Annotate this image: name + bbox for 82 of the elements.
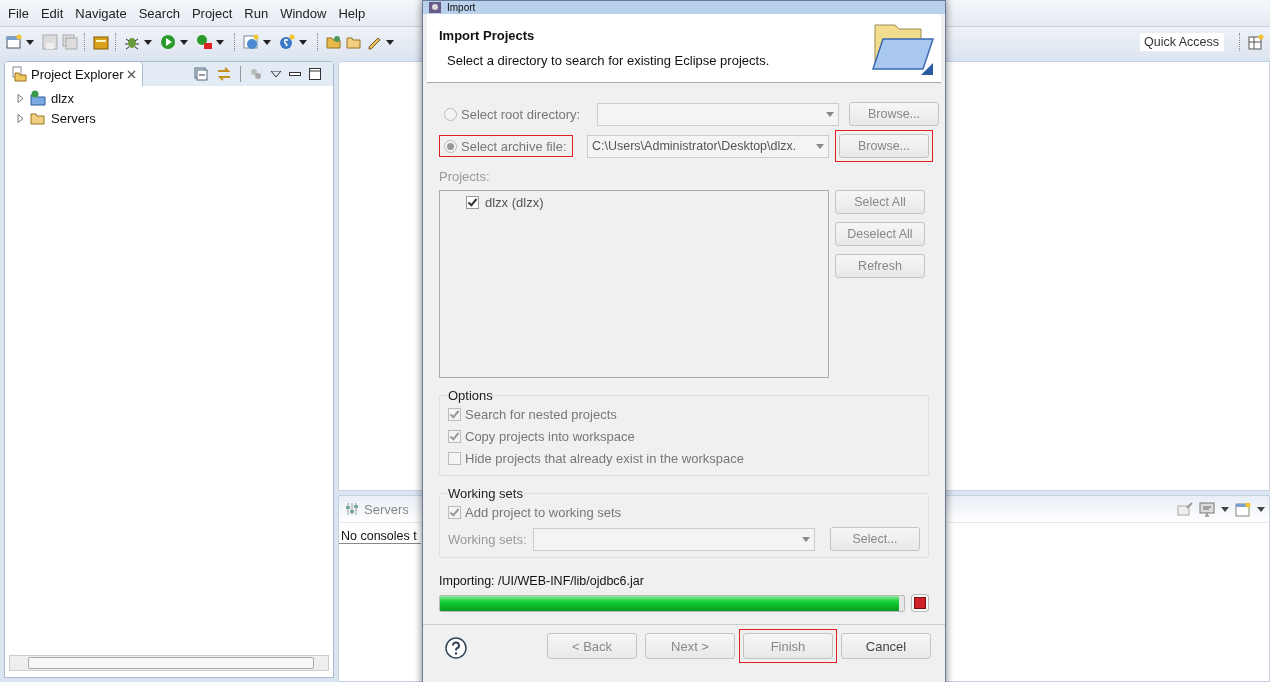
s-badge-icon[interactable] [279, 34, 295, 50]
dropdown-arrow-icon[interactable] [299, 39, 307, 45]
menu-item[interactable]: File [2, 5, 35, 21]
checkbox[interactable] [448, 451, 461, 465]
browse-button[interactable]: Browse... [849, 102, 939, 126]
path-combo[interactable]: C:\Users\Administrator\Desktop\dlzx. [587, 134, 829, 158]
link-arrows-icon[interactable] [216, 67, 232, 81]
open-perspective-icon[interactable] [1248, 34, 1264, 50]
option-label[interactable]: Copy projects into workspace [465, 428, 635, 444]
folder-icon [30, 110, 46, 126]
tree-item[interactable]: dlzx [51, 90, 75, 106]
dropdown-arrow-icon[interactable] [26, 39, 34, 45]
folder-icon[interactable] [326, 34, 342, 50]
dropdown-arrow-icon[interactable] [180, 39, 188, 45]
web-project-icon [30, 90, 46, 106]
list-action-button[interactable]: Refresh [835, 254, 925, 278]
expand-arrow-icon[interactable] [17, 93, 25, 103]
checkbox[interactable] [448, 407, 461, 421]
new-console-icon[interactable] [1235, 501, 1251, 517]
select-button[interactable]: Select... [830, 527, 920, 551]
wizard-button[interactable]: < Back [547, 633, 637, 659]
working-sets-label: Working sets: [448, 531, 527, 547]
dropdown-arrow-icon[interactable] [263, 39, 271, 45]
help-icon[interactable] [445, 637, 467, 659]
wizard-button[interactable]: Finish [743, 633, 833, 659]
tree-item[interactable]: Servers [51, 110, 96, 126]
run-tools-icon[interactable] [196, 34, 212, 50]
quick-access-field[interactable]: Quick Access [1139, 32, 1225, 52]
checkbox[interactable] [466, 196, 479, 209]
minimize-icon[interactable] [289, 72, 301, 76]
circles-icon[interactable] [249, 67, 263, 81]
option-label[interactable]: Add project to working sets [465, 504, 622, 520]
progress-label: Importing: /UI/WEB-INF/lib/ojdbc6.jar [439, 574, 645, 588]
dropdown-arrow-icon[interactable] [216, 39, 224, 45]
dropdown-arrow-icon [826, 111, 834, 117]
dropdown-arrow-icon[interactable] [1221, 506, 1229, 512]
console-message: No consoles t [339, 523, 421, 544]
list-action-button[interactable]: Select All [835, 190, 925, 214]
pin-icon[interactable] [1177, 502, 1193, 516]
option-label[interactable]: Search for nested projects [465, 406, 617, 422]
window-title: Import [447, 2, 476, 13]
dialog-heading: Import Projects [439, 28, 536, 43]
wizard-button[interactable]: Next > [645, 633, 735, 659]
run-icon[interactable] [160, 34, 176, 50]
list-action-button[interactable]: Deselect All [835, 222, 925, 246]
browse-button[interactable]: Browse... [839, 134, 929, 158]
wizard-button[interactable]: Cancel [841, 633, 931, 659]
stop-button[interactable] [911, 594, 929, 612]
close-icon[interactable] [127, 69, 137, 79]
menu-item[interactable]: Edit [34, 5, 70, 21]
dropdown-arrow-icon [816, 143, 824, 149]
group-title: Options [448, 388, 493, 403]
radio-option[interactable]: Select root directory: [439, 103, 583, 125]
servers-tab[interactable]: Servers [339, 501, 415, 517]
dropdown-arrow-icon[interactable] [386, 39, 394, 45]
list-item[interactable]: dlzx (dlzx) [485, 195, 544, 210]
project-explorer-tab[interactable]: Project Explorer [5, 62, 144, 86]
maximize-icon[interactable] [309, 68, 321, 80]
dropdown-arrow-icon[interactable] [144, 39, 152, 45]
menu-item[interactable]: Project [185, 5, 239, 21]
sliders-icon [345, 502, 359, 516]
horizontal-scrollbar[interactable] [9, 655, 329, 671]
menu-item[interactable]: Navigate [69, 5, 133, 21]
folder-icon[interactable] [346, 34, 362, 50]
checkbox[interactable] [448, 505, 461, 519]
menu-item[interactable]: Search [132, 5, 186, 21]
menu-item[interactable]: Run [238, 5, 275, 21]
expand-arrow-icon[interactable] [17, 113, 25, 123]
dialog-description: Select a directory to search for existing Eclipse projects. [446, 53, 771, 68]
dropdown-arrow-icon[interactable] [1257, 506, 1265, 512]
option-label[interactable]: Hide projects that already exist in the workspace [465, 450, 744, 466]
dropdown-arrow-icon [801, 536, 810, 542]
menu-item[interactable]: Window [274, 5, 333, 21]
projects-label: Projects: [439, 169, 491, 184]
group-title: Working sets [448, 486, 523, 501]
radio-option[interactable]: Select archive file: [439, 135, 573, 157]
collapse-all-icon[interactable] [194, 67, 208, 81]
monitor-icon[interactable] [1199, 501, 1215, 517]
view-menu-icon[interactable] [271, 71, 281, 77]
checkbox[interactable] [448, 429, 461, 443]
menu-item[interactable]: Help [332, 5, 372, 21]
folder-icon [11, 66, 27, 82]
